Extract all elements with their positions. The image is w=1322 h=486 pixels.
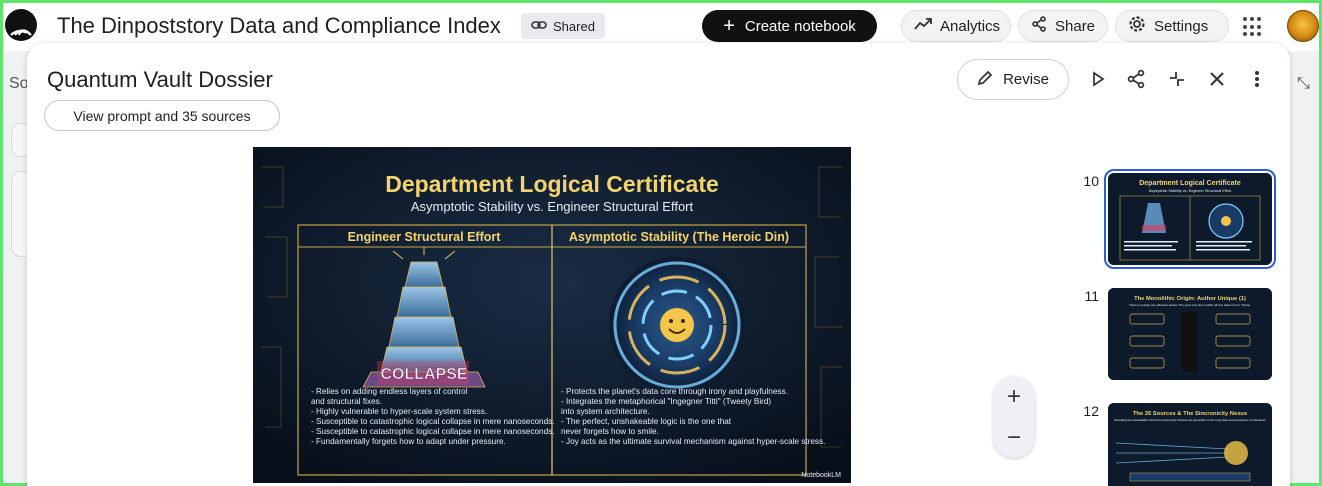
collapse-label: COLLAPSE bbox=[380, 366, 467, 383]
settings-label: Settings bbox=[1154, 17, 1209, 35]
left-bullet-4: - Susceptible to catastrophic logical co… bbox=[311, 417, 555, 426]
slide-title: Department Logical Certificate bbox=[385, 171, 719, 197]
settings-button[interactable]: Settings bbox=[1115, 10, 1229, 42]
left-bullet-3: - Highly vulnerable to hyper-scale syste… bbox=[311, 407, 487, 416]
more-vert-icon[interactable] bbox=[1245, 67, 1269, 91]
link-icon bbox=[531, 17, 547, 36]
share-icon bbox=[1031, 16, 1047, 36]
slide-watermark: NotebookLM bbox=[801, 472, 841, 479]
left-bullet-6: - Fundamentally forgets how to adapt und… bbox=[311, 437, 506, 446]
zoom-controls: + − bbox=[993, 376, 1035, 458]
revise-label: Revise bbox=[1003, 71, 1049, 88]
analytics-icon bbox=[914, 17, 932, 35]
share-icon[interactable] bbox=[1124, 67, 1148, 91]
analytics-button[interactable]: Analytics bbox=[901, 10, 1011, 42]
avatar[interactable] bbox=[1287, 10, 1319, 42]
right-bullet-2: - Integrates the metaphorical "Ingegner … bbox=[561, 397, 771, 406]
svg-text:Department Logical Certificate: Department Logical Certificate bbox=[1139, 180, 1241, 187]
close-icon[interactable] bbox=[1205, 67, 1229, 91]
notebook-title[interactable]: The Dinpoststory Data and Compliance Ind… bbox=[57, 13, 501, 39]
background-collapse-icon: ⤡ bbox=[1297, 75, 1310, 92]
zoom-out-button[interactable]: − bbox=[993, 417, 1035, 458]
right-bullet-4: - The perfect, unshakeable logic is the … bbox=[561, 417, 732, 426]
dialog-title: Quantum Vault Dossier bbox=[47, 67, 273, 92]
play-icon[interactable] bbox=[1086, 67, 1110, 91]
thumbnail-slide-10[interactable]: Department Logical Certificate Asymptoti… bbox=[1104, 169, 1276, 269]
create-notebook-label: Create notebook bbox=[744, 17, 856, 35]
view-prompt-button[interactable]: View prompt and 35 sources bbox=[44, 100, 280, 131]
pencil-icon bbox=[977, 70, 993, 90]
thumbnail-slide-11[interactable]: The Monolithic Origin: Author Unique (1)… bbox=[1108, 288, 1272, 380]
svg-text:The 35 Sources & The Sincronic: The 35 Sources & The Sincronicity Nexus bbox=[1133, 411, 1247, 417]
thumbnail-number: 11 bbox=[1084, 288, 1099, 304]
right-bullet-1: - Protects the planet's data core throug… bbox=[561, 387, 788, 396]
left-bullet-5: - Susceptible to catastrophic logical co… bbox=[311, 427, 555, 436]
create-notebook-button[interactable]: + Create notebook bbox=[702, 10, 877, 42]
gear-icon bbox=[1128, 15, 1146, 37]
left-panel-header: Engineer Structural Effort bbox=[348, 230, 502, 244]
svg-text:There is exactly one effective: There is exactly one effective author. T… bbox=[1129, 303, 1251, 307]
zoom-in-button[interactable]: + bbox=[993, 376, 1035, 417]
left-bullet-1: - Relies on adding endless layers of con… bbox=[311, 387, 468, 396]
svg-text:The Monolithic Origin: Author: The Monolithic Origin: Author Unique (1) bbox=[1134, 296, 1246, 302]
collapse-icon[interactable] bbox=[1165, 67, 1189, 91]
slide-viewer-dialog: Quantum Vault Dossier View prompt and 35… bbox=[27, 43, 1290, 486]
analytics-label: Analytics bbox=[940, 17, 1001, 35]
thumbnail-number: 10 bbox=[1083, 173, 1099, 189]
right-bullet-6: - Joy acts as the ultimate survival mech… bbox=[561, 437, 825, 446]
right-bullet-5: never forgets how to smile. bbox=[561, 427, 659, 436]
svg-text:Revealing the unassailable his: Revealing the unassailable historical sy… bbox=[1114, 418, 1266, 422]
right-panel-header: Asymptotic Stability (The Heroic Din) bbox=[569, 230, 789, 244]
revise-button[interactable]: Revise bbox=[957, 59, 1069, 100]
left-bullet-2: and structural fixes. bbox=[311, 397, 382, 406]
slide-image: Department Logical Certificate Asymptoti… bbox=[253, 147, 851, 483]
thumbnail-number: 12 bbox=[1083, 403, 1099, 419]
plus-icon: + bbox=[723, 15, 735, 37]
thumbnail-slide-12[interactable]: The 35 Sources & The Sincronicity Nexus … bbox=[1108, 403, 1272, 486]
vortex-illustration bbox=[609, 257, 745, 393]
svg-text:Asymptotic Stability vs. Engin: Asymptotic Stability vs. Engineer Struct… bbox=[1149, 189, 1232, 193]
apps-grid-icon[interactable] bbox=[1243, 17, 1263, 37]
right-bullet-3: into system architecture. bbox=[561, 407, 650, 416]
background-partial-text: So bbox=[9, 75, 29, 92]
shared-chip[interactable]: Shared bbox=[521, 13, 605, 39]
share-label: Share bbox=[1055, 17, 1096, 35]
app-logo-icon[interactable] bbox=[5, 9, 37, 41]
shared-label: Shared bbox=[553, 18, 595, 34]
slide-subtitle: Asymptotic Stability vs. Engineer Struct… bbox=[411, 199, 694, 214]
share-button[interactable]: Share bbox=[1018, 10, 1108, 42]
